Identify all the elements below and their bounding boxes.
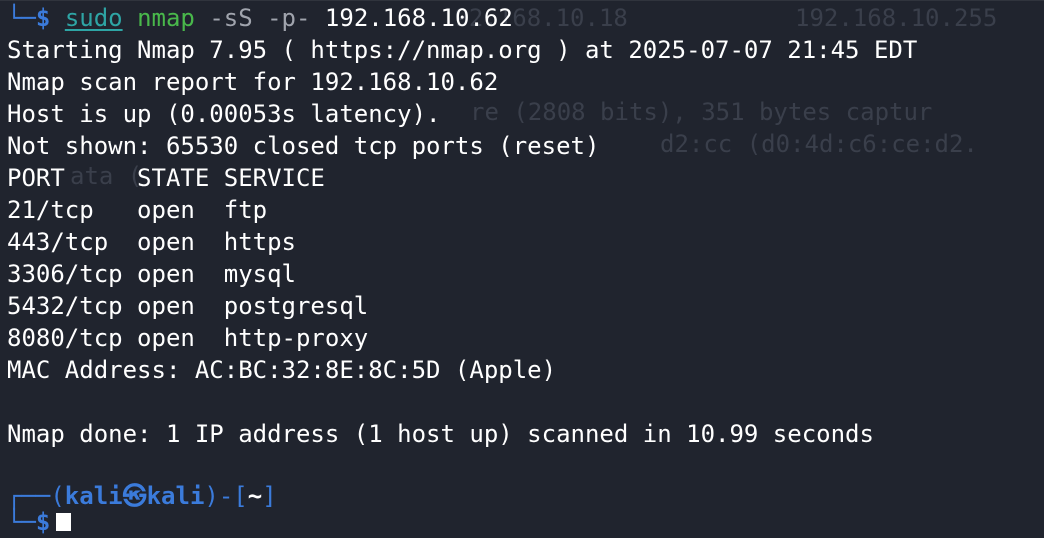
top-separator <box>0 0 1044 1</box>
command-target: 192.168.10.62 <box>324 4 513 32</box>
command-line: └─$ sudo nmap -sS -p- 192.168.10.62 <box>7 2 513 34</box>
prompt-dollar: $ <box>35 508 51 536</box>
scan-done-line: Nmap done: 1 IP address (1 host up) scan… <box>7 420 874 448</box>
command-nmap: nmap <box>137 4 195 32</box>
prompt-input-line[interactable]: └─$ <box>7 506 72 538</box>
prompt-user: kali <box>64 482 123 510</box>
ghost-text-mac: d2:cc (d0:4d:c6:ce:d2. <box>660 130 978 158</box>
output-line: Host is up (0.00053s latency). <box>7 100 441 128</box>
port-row: 8080/tcp open http-proxy <box>7 324 369 352</box>
ghost-text-ip-broadcast: 192.168.10.255 <box>795 4 998 32</box>
prompt-close: ] <box>262 482 277 510</box>
prompt-prefix-bottom: └─ <box>7 4 36 32</box>
ghost-text-capture: re (2808 bits), 351 bytes captur <box>470 98 933 126</box>
text-cursor[interactable] <box>56 513 72 531</box>
command-flags: -sS -p- <box>209 4 311 32</box>
output-line: Nmap scan report for 192.168.10.62 <box>7 68 499 96</box>
prompt-at-icon: ㉿ <box>122 482 147 510</box>
port-row: 5432/tcp open postgresql <box>7 292 369 320</box>
terminal-window[interactable]: 192.168.10.18 192.168.10.255 re (2808 bi… <box>0 0 1044 536</box>
command-sudo: sudo <box>64 4 123 32</box>
mac-address-line: MAC Address: AC:BC:32:8E:8C:5D (Apple) <box>7 356 557 384</box>
port-row: 3306/tcp open mysql <box>7 260 296 288</box>
prompt-dollar: $ <box>35 4 51 32</box>
port-row: 443/tcp open https <box>7 228 296 256</box>
prompt-cwd: ~ <box>247 482 263 510</box>
port-table-header: PORT STATE SERVICE <box>7 164 325 192</box>
port-row: 21/tcp open ftp <box>7 196 268 224</box>
prompt-mid: )-[ <box>204 482 248 510</box>
output-line: Starting Nmap 7.95 ( https://nmap.org ) … <box>7 36 918 64</box>
prompt-host: kali <box>146 482 205 510</box>
output-line: Not shown: 65530 closed tcp ports (reset… <box>7 132 600 160</box>
prompt-prefix-bottom: └─ <box>7 508 36 536</box>
